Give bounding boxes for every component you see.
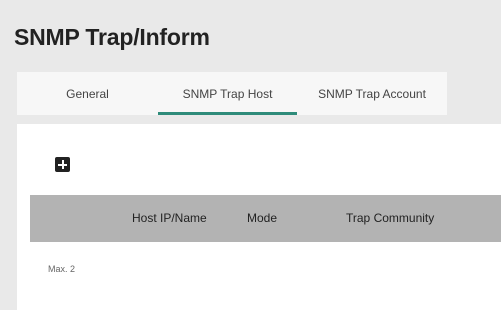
- add-icon[interactable]: [55, 157, 70, 172]
- column-trap-community[interactable]: Trap Community: [346, 211, 434, 225]
- column-host-ip-name[interactable]: Host IP/Name: [132, 211, 207, 225]
- content-card: Host IP/Name Mode Trap Community Max. 2: [17, 124, 501, 310]
- tab-general[interactable]: General: [17, 72, 158, 115]
- page-title: SNMP Trap/Inform: [14, 24, 210, 50]
- tab-snmp-trap-host[interactable]: SNMP Trap Host: [158, 72, 297, 115]
- table-header: Host IP/Name Mode Trap Community: [30, 195, 501, 242]
- max-entries-note: Max. 2: [48, 264, 76, 274]
- column-mode[interactable]: Mode: [247, 211, 277, 225]
- tab-snmp-trap-account[interactable]: SNMP Trap Account: [297, 72, 447, 115]
- tab-bar: General SNMP Trap Host SNMP Trap Account: [17, 72, 447, 115]
